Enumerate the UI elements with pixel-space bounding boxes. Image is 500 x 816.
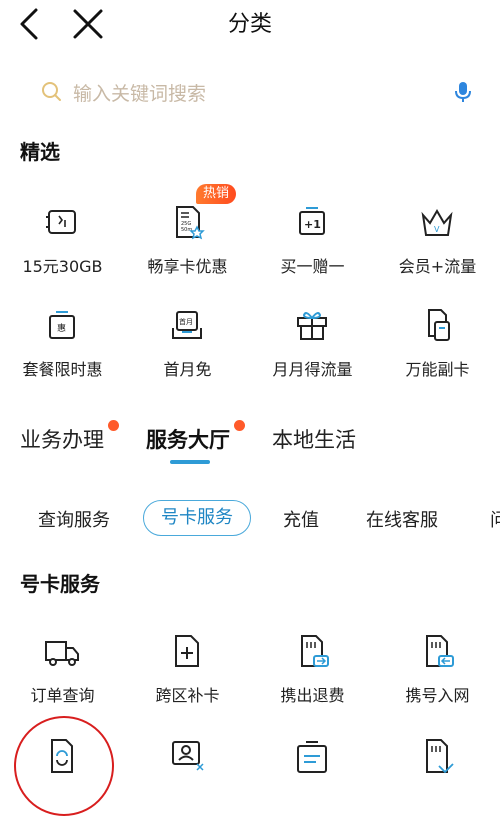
card-service-label: 携出退费 bbox=[280, 686, 345, 705]
featured-item-first-month-free[interactable]: 首月 首月免 bbox=[125, 306, 250, 398]
microphone-icon[interactable] bbox=[451, 80, 475, 104]
card-service-cross-region-replace[interactable]: 跨区补卡 bbox=[125, 632, 250, 724]
featured-item-label: 畅享卡优惠 bbox=[147, 257, 228, 276]
gift-tag-icon: 惠 bbox=[42, 306, 82, 346]
notification-dot bbox=[234, 420, 245, 431]
hot-badge: 热销 bbox=[196, 184, 237, 204]
featured-item-vip-data[interactable]: V 会员+流量 bbox=[375, 203, 500, 295]
card-service-invoice[interactable] bbox=[250, 736, 375, 776]
card-service-label: 跨区补卡 bbox=[155, 686, 220, 705]
first-month-icon: 首月 bbox=[167, 306, 207, 346]
sim-user-icon bbox=[417, 736, 457, 776]
gift-box-icon bbox=[292, 306, 332, 346]
tab-business[interactable]: 业务办理 bbox=[20, 424, 104, 454]
tab-local-life[interactable]: 本地生活 bbox=[272, 424, 356, 454]
search-icon bbox=[40, 80, 64, 104]
subtab-online-support[interactable]: 在线客服 bbox=[366, 506, 438, 532]
tab-service-hall[interactable]: 服务大厅 bbox=[146, 424, 230, 454]
truck-icon bbox=[42, 632, 82, 672]
featured-item-label: 月月得流量 bbox=[272, 360, 353, 379]
invoice-icon bbox=[292, 736, 332, 776]
featured-item-15yuan[interactable]: 15元30GB bbox=[0, 203, 125, 295]
subtab-card-service[interactable]: 号卡服务 bbox=[143, 500, 251, 536]
featured-item-label: 买一赠一 bbox=[280, 257, 345, 276]
page-title: 分类 bbox=[227, 12, 272, 37]
svg-text:+1: +1 bbox=[304, 218, 321, 231]
featured-item-label: 套餐限时惠 bbox=[22, 360, 103, 379]
card-service-sim-user[interactable] bbox=[375, 736, 500, 776]
card-service-label: 携号入网 bbox=[405, 686, 470, 705]
featured-item-universal-sub-card[interactable]: 万能副卡 bbox=[375, 306, 500, 398]
featured-item-label: 首月免 bbox=[163, 360, 212, 379]
card-service-port-out-refund[interactable]: 携出退费 bbox=[250, 632, 375, 724]
sim-card-star-icon: 25G 50m bbox=[167, 203, 207, 243]
data-card-icon bbox=[42, 203, 82, 243]
subtab-recharge[interactable]: 充值 bbox=[283, 506, 319, 532]
svg-text:50m: 50m bbox=[181, 227, 192, 233]
svg-text:惠: 惠 bbox=[57, 322, 66, 334]
subtab-label: 号卡服务 bbox=[161, 507, 233, 528]
svg-text:V: V bbox=[434, 225, 440, 234]
featured-item-changxiang[interactable]: 25G 50m 畅享卡优惠 bbox=[125, 203, 250, 295]
subtab-query-service[interactable]: 查询服务 bbox=[38, 506, 110, 532]
sim-out-icon bbox=[292, 632, 332, 672]
search-bar[interactable]: 输入关键词搜索 bbox=[28, 72, 480, 112]
card-service-order-query[interactable]: 订单查询 bbox=[0, 632, 125, 724]
file-plus-icon bbox=[167, 632, 207, 672]
search-input[interactable]: 输入关键词搜索 bbox=[73, 79, 206, 106]
featured-item-buy-one-get-one[interactable]: +1 买一赠一 bbox=[250, 203, 375, 295]
crown-icon: V bbox=[417, 203, 457, 243]
card-service-id-verify[interactable] bbox=[125, 736, 250, 776]
subtab-question[interactable]: 问 bbox=[490, 506, 500, 532]
highlight-circle bbox=[14, 716, 114, 816]
card-service-label: 订单查询 bbox=[30, 686, 95, 705]
card-service-port-in[interactable]: 携号入网 bbox=[375, 632, 500, 724]
featured-item-label: 15元30GB bbox=[22, 257, 103, 276]
active-tab-indicator bbox=[170, 460, 210, 464]
featured-section-title: 精选 bbox=[20, 140, 60, 164]
notification-dot bbox=[108, 420, 119, 431]
plus-one-icon: +1 bbox=[292, 203, 332, 243]
featured-item-label: 会员+流量 bbox=[398, 257, 477, 276]
svg-text:首月: 首月 bbox=[179, 317, 193, 326]
card-service-section-title: 号卡服务 bbox=[20, 572, 100, 596]
featured-item-label: 万能副卡 bbox=[405, 360, 470, 379]
sub-card-icon bbox=[417, 306, 457, 346]
featured-item-package-deal[interactable]: 惠 套餐限时惠 bbox=[0, 306, 125, 398]
id-card-icon bbox=[167, 736, 207, 776]
featured-item-monthly-data[interactable]: 月月得流量 bbox=[250, 306, 375, 398]
sim-in-icon bbox=[417, 632, 457, 672]
